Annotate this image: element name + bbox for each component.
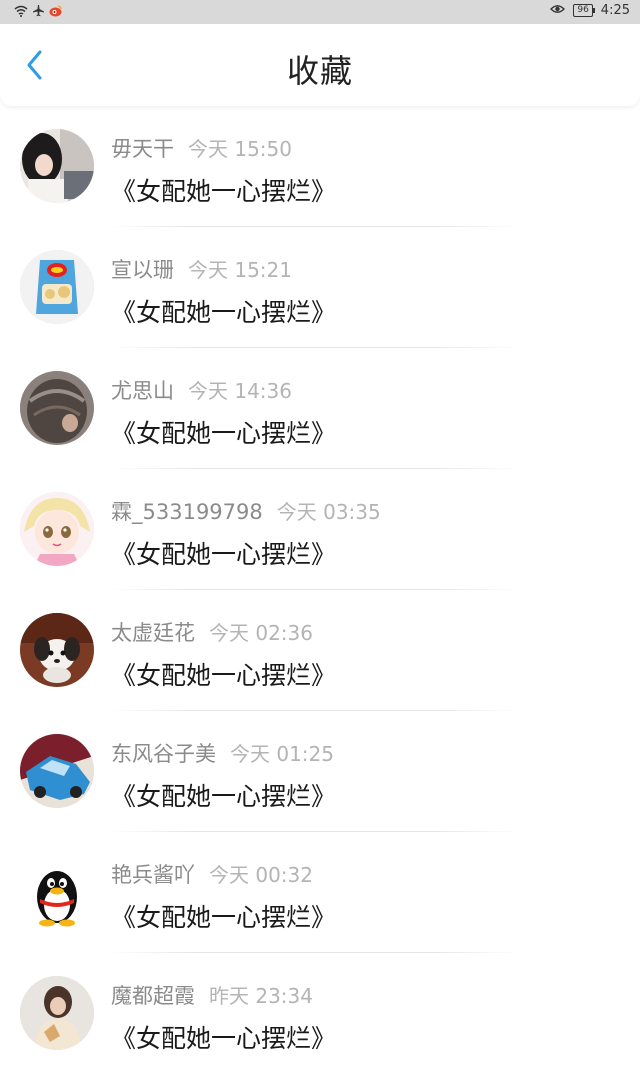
book-title[interactable]: 《女配她一心摆烂》: [111, 172, 336, 208]
list-item[interactable]: 魔都超霞 昨天 23:34 《女配她一心摆烂》: [0, 953, 640, 1074]
item-meta: 霖_533199798 今天 03:35: [111, 496, 381, 526]
avatar[interactable]: [20, 492, 94, 566]
item-time: 今天 01:25: [230, 742, 334, 766]
list-item[interactable]: 太虚廷花 今天 02:36 《女配她一心摆烂》: [0, 590, 640, 711]
user-name[interactable]: 毋天干: [111, 137, 174, 161]
user-name[interactable]: 魔都超霞: [111, 984, 195, 1008]
item-meta: 宣以珊 今天 15:21: [111, 254, 292, 284]
favorites-list: 毋天干 今天 15:50 《女配她一心摆烂》 宣以珊 今天 15:21 《女配她一心…: [0, 106, 640, 1074]
book-title[interactable]: 《女配她一心摆烂》: [111, 898, 336, 934]
avatar-chips-bag-icon: [20, 250, 94, 324]
status-right-icons: 96 4:25: [550, 3, 630, 18]
user-name[interactable]: 艳兵酱吖: [111, 863, 195, 887]
item-meta: 尤思山 今天 14:36: [111, 375, 292, 405]
item-time: 今天 14:36: [188, 379, 292, 403]
airplane-icon: [32, 4, 45, 21]
avatar[interactable]: [20, 129, 94, 203]
avatar[interactable]: [20, 976, 94, 1050]
avatar-anime-girl-icon: [20, 492, 94, 566]
avatar[interactable]: [20, 371, 94, 445]
book-title[interactable]: 《女配她一心摆烂》: [111, 414, 336, 450]
item-time: 今天 03:35: [276, 500, 381, 524]
item-time: 昨天 23:34: [209, 984, 313, 1008]
list-item[interactable]: 宣以珊 今天 15:21 《女配她一心摆烂》: [0, 227, 640, 348]
avatar[interactable]: [20, 613, 94, 687]
item-time: 今天 00:32: [209, 863, 313, 887]
item-time: 今天 02:36: [209, 621, 313, 645]
status-bar: 96 4:25: [0, 0, 640, 24]
header: 收藏: [0, 24, 640, 106]
list-item[interactable]: 霖_533199798 今天 03:35 《女配她一心摆烂》: [0, 469, 640, 590]
list-item[interactable]: 毋天干 今天 15:50 《女配她一心摆烂》: [0, 106, 640, 227]
avatar[interactable]: [20, 855, 94, 929]
avatar-blue-car-icon: [20, 734, 94, 808]
avatar-puppy-icon: [20, 613, 94, 687]
avatar-photo-hair-icon: [20, 371, 94, 445]
avatar-qq-penguin-icon: [20, 855, 94, 929]
avatar-photo-girl-icon: [20, 129, 94, 203]
book-title[interactable]: 《女配她一心摆烂》: [111, 293, 336, 329]
item-time: 今天 15:50: [188, 137, 292, 161]
wifi-icon: [14, 5, 28, 21]
item-meta: 魔都超霞 昨天 23:34: [111, 980, 313, 1010]
item-meta: 东风谷子美 今天 01:25: [111, 738, 334, 768]
status-time: 4:25: [600, 3, 630, 18]
user-name[interactable]: 太虚廷花: [111, 621, 195, 645]
status-left-icons: [14, 4, 62, 21]
book-title[interactable]: 《女配她一心摆烂》: [111, 656, 336, 692]
book-title[interactable]: 《女配她一心摆烂》: [111, 777, 336, 813]
book-title[interactable]: 《女配她一心摆烂》: [111, 535, 336, 571]
list-item[interactable]: 东风谷子美 今天 01:25 《女配她一心摆烂》: [0, 711, 640, 832]
item-meta: 毋天干 今天 15:50: [111, 133, 292, 163]
eye-icon: [550, 3, 566, 18]
list-item[interactable]: 尤思山 今天 14:36 《女配她一心摆烂》: [0, 348, 640, 469]
list-item[interactable]: 艳兵酱吖 今天 00:32 《女配她一心摆烂》: [0, 832, 640, 953]
user-name[interactable]: 霖_533199798: [111, 500, 263, 524]
user-name[interactable]: 尤思山: [111, 379, 174, 403]
avatar[interactable]: [20, 250, 94, 324]
book-title[interactable]: 《女配她一心摆烂》: [111, 1019, 336, 1055]
item-meta: 艳兵酱吖 今天 00:32: [111, 859, 313, 889]
avatar[interactable]: [20, 734, 94, 808]
battery-icon: 96: [573, 4, 596, 17]
app-notification-icon: [49, 4, 62, 21]
user-name[interactable]: 宣以珊: [111, 258, 174, 282]
user-name[interactable]: 东风谷子美: [111, 742, 216, 766]
item-meta: 太虚廷花 今天 02:36: [111, 617, 313, 647]
item-time: 今天 15:21: [188, 258, 292, 282]
page-title: 收藏: [286, 52, 353, 90]
avatar-photo-woman-icon: [20, 976, 94, 1050]
